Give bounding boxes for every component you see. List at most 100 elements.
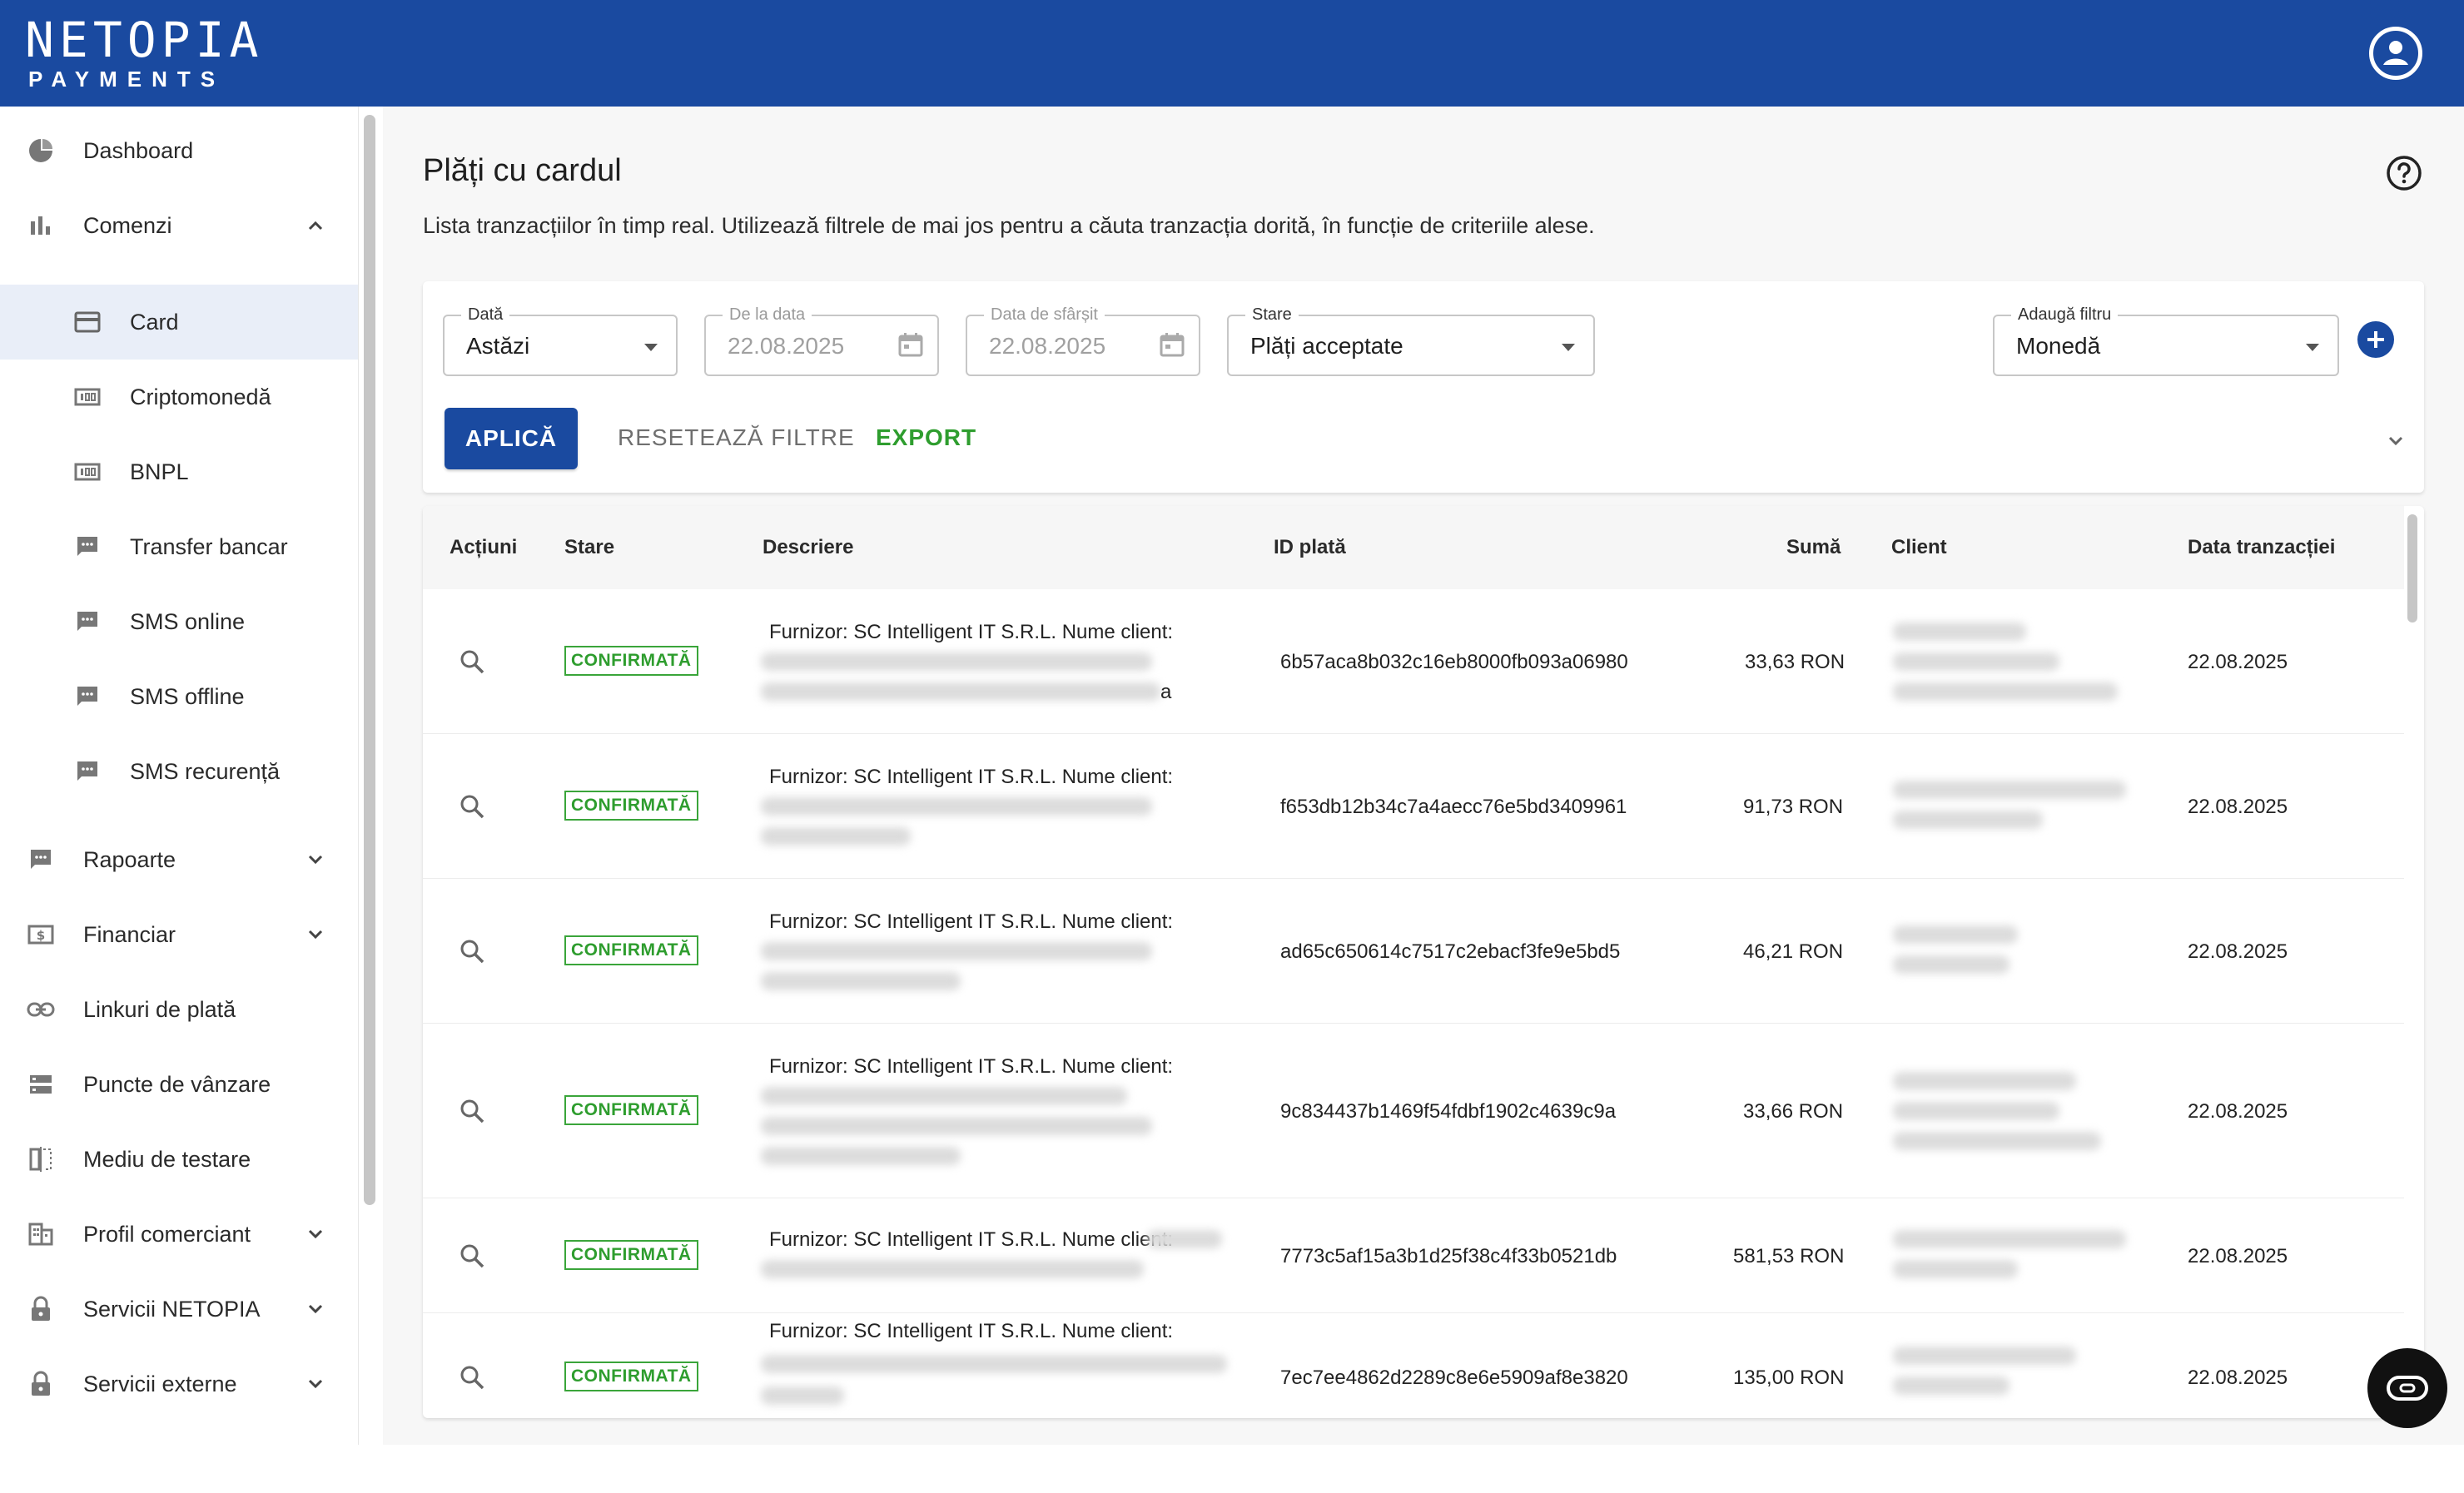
filters-panel: Dată Astăzi De la data 22.08.2025 Data d… [423, 281, 2424, 493]
redacted-client [1893, 682, 2118, 701]
status-select-value: Plăți acceptate [1250, 333, 1403, 359]
column-header-amount[interactable]: Sumă [1786, 536, 1841, 559]
status-badge: CONFIRMATĂ [564, 935, 698, 965]
redacted-client [1893, 652, 2059, 671]
account-circle-icon[interactable] [2369, 27, 2422, 80]
transaction-date: 22.08.2025 [2188, 940, 2288, 963]
redacted-client [1893, 781, 2126, 799]
description-text: Furnizor: SC Intelligent IT S.R.L. Nume … [769, 1055, 1174, 1078]
chevron-down-icon[interactable] [303, 1297, 328, 1322]
sidebar-item-dashboard[interactable]: Dashboard [0, 113, 358, 188]
from-date-field[interactable]: De la data 22.08.2025 [704, 305, 939, 376]
sidebar-item-label: BNPL [130, 459, 189, 484]
table-scrollbar[interactable] [2406, 509, 2419, 1416]
status-select[interactable]: Stare Plăți acceptate [1227, 305, 1595, 376]
redacted-text [761, 1355, 1227, 1373]
table-row[interactable]: CONFIRMATĂ Furnizor: SC Intelligent IT S… [423, 879, 2404, 1024]
sidebar-item-label: SMS recurență [130, 758, 281, 784]
sidebar-item-servicii-externe[interactable]: Servicii externe [0, 1347, 358, 1421]
redacted-text [761, 1386, 844, 1405]
sidebar-item-sms-recurenta[interactable]: SMS recurență [0, 734, 358, 809]
sidebar-item-label: Profil comerciant [83, 1221, 251, 1247]
sidebar-item-servicii-netopia[interactable]: Servicii NETOPIA [0, 1272, 358, 1347]
payment-id: f653db12b34c7a4aecc76e5bd3409961 [1280, 796, 1627, 818]
sidebar-item-sms-offline[interactable]: SMS offline [0, 659, 358, 734]
chevron-down-icon[interactable] [2382, 428, 2409, 454]
sidebar-item-criptomoneda[interactable]: Criptomonedă [0, 360, 358, 434]
table-row[interactable]: CONFIRMATĂ Furnizor: SC Intelligent IT S… [423, 734, 2404, 879]
payment-id: 6b57aca8b032c16eb8000fb093a06980 [1280, 651, 1628, 673]
redacted-text [761, 972, 961, 990]
search-icon[interactable] [458, 1363, 486, 1391]
calendar-icon[interactable] [1159, 331, 1187, 360]
chat-widget-button[interactable] [2367, 1348, 2447, 1428]
calendar-icon[interactable] [897, 331, 926, 360]
add-filter-select[interactable]: Adaugă filtru Monedă [1993, 305, 2339, 376]
search-icon[interactable] [458, 1097, 486, 1125]
status-badge: CONFIRMATĂ [564, 791, 698, 821]
table-row[interactable]: CONFIRMATĂ Furnizor: SC Intelligent IT S… [423, 1198, 2404, 1313]
chevron-down-icon[interactable] [303, 1222, 328, 1247]
chat-icon [73, 608, 102, 636]
redacted-text [761, 942, 1152, 960]
table-scrollbar-thumb[interactable] [2407, 514, 2417, 622]
add-filter-button[interactable] [2357, 321, 2394, 358]
redacted-client [1893, 1260, 2018, 1278]
sidebar-item-mediu-de-testare[interactable]: Mediu de testare [0, 1122, 358, 1197]
table-row[interactable]: CONFIRMATĂ Furnizor: SC Intelligent IT S… [423, 1024, 2404, 1198]
redacted-client [1893, 955, 2009, 974]
sidebar-item-sms-online[interactable]: SMS online [0, 584, 358, 659]
table-row[interactable]: CONFIRMATĂ Furnizor: SC Intelligent IT S… [423, 1313, 2404, 1418]
date-select[interactable]: Dată Astăzi [443, 305, 678, 376]
help-icon[interactable] [2386, 155, 2422, 191]
column-header-client[interactable]: Client [1891, 536, 1947, 559]
sidebar-item-label: Rapoarte [83, 846, 176, 872]
column-header-transaction-date[interactable]: Data tranzacției [2188, 536, 2335, 559]
redacted-text [761, 797, 1152, 816]
column-header-status[interactable]: Stare [564, 536, 614, 559]
chevron-down-icon[interactable] [303, 847, 328, 872]
description-text: Furnizor: SC Intelligent IT S.R.L. Nume … [769, 766, 1174, 788]
sidebar-item-financiar[interactable]: $ Financiar [0, 897, 358, 972]
logo-main-text: NETOPIA [25, 12, 264, 68]
add-filter-value: Monedă [2016, 333, 2101, 359]
sidebar-item-profil-comerciant[interactable]: Profil comerciant [0, 1197, 358, 1272]
description-text: Furnizor: SC Intelligent IT S.R.L. Nume … [769, 910, 1174, 933]
redacted-text [761, 652, 1152, 671]
sidebar-item-rapoarte[interactable]: Rapoarte [0, 822, 358, 897]
credit-card-icon [73, 308, 102, 336]
amount: 135,00 RON [1733, 1367, 1845, 1389]
table-row[interactable]: CONFIRMATĂ Furnizor: SC Intelligent IT S… [423, 589, 2404, 734]
search-icon[interactable] [458, 792, 486, 821]
redacted-client [1893, 1102, 2059, 1120]
column-header-description[interactable]: Descriere [763, 536, 853, 559]
sidebar-item-label: Financiar [83, 921, 176, 947]
reset-filters-button[interactable]: RESETEAZĂ FILTRE [618, 424, 855, 451]
search-icon[interactable] [458, 1242, 486, 1270]
sidebar-item-card[interactable]: Card [0, 285, 358, 360]
status-badge: CONFIRMATĂ [564, 1240, 698, 1270]
apply-button[interactable]: APLICĂ [445, 408, 578, 469]
column-header-payment-id[interactable]: ID plată [1274, 536, 1346, 559]
sidebar-item-linkuri-de-plata[interactable]: Linkuri de plată [0, 972, 358, 1047]
chevron-down-icon[interactable] [303, 922, 328, 947]
redacted-text [761, 1147, 961, 1165]
chevron-down-icon[interactable] [303, 1371, 328, 1396]
status-badge: CONFIRMATĂ [564, 1362, 698, 1391]
sidebar-item-bnpl[interactable]: BNPL [0, 434, 358, 509]
column-header-actions[interactable]: Acțiuni [450, 536, 517, 559]
chevron-up-icon[interactable] [303, 213, 328, 238]
sidebar-item-comenzi[interactable]: Comenzi [0, 188, 358, 263]
amount: 33,63 RON [1745, 651, 1846, 673]
netopia-logo[interactable]: NETOPIA PAYMENTS [25, 12, 264, 92]
sidebar-item-transfer-bancar[interactable]: Transfer bancar [0, 509, 358, 584]
money-icon [73, 383, 102, 411]
search-icon[interactable] [458, 647, 486, 676]
export-button[interactable]: EXPORT [876, 424, 976, 451]
end-date-field[interactable]: Data de sfârșit 22.08.2025 [966, 305, 1200, 376]
sidebar-scrollbar-thumb[interactable] [364, 115, 375, 1205]
end-date-label: Data de sfârșit [984, 305, 1105, 325]
sidebar-item-puncte-de-vanzare[interactable]: Puncte de vânzare [0, 1047, 358, 1122]
transactions-table: Acțiuni Stare Descriere ID plată Sumă Cl… [423, 506, 2424, 1418]
search-icon[interactable] [458, 937, 486, 965]
